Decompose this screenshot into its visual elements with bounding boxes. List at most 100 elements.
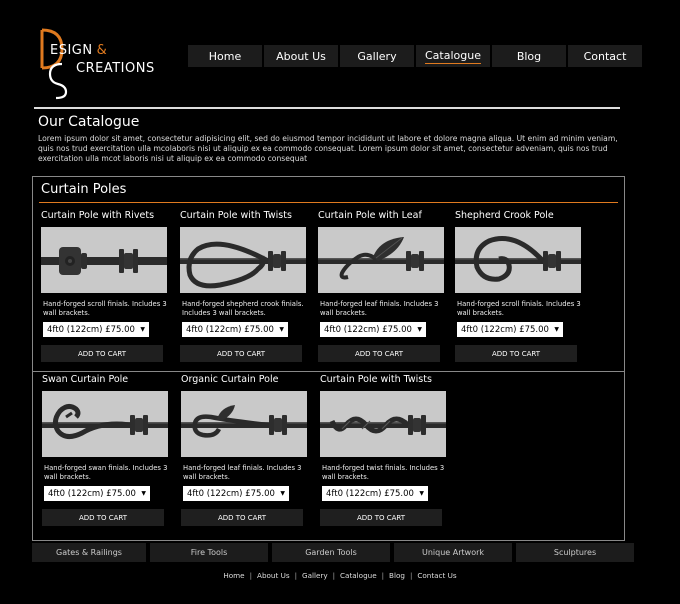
size-select-value: 4ft0 (122cm) £75.00 xyxy=(47,324,135,335)
size-select-value: 4ft0 (122cm) £75.00 xyxy=(324,324,412,335)
logo-text-creations: CREATIONS xyxy=(76,61,155,76)
main-nav: Home About Us Gallery Catalogue Blog Contact xyxy=(188,45,642,67)
product-card: Organic Curtain Pole Hand-forged leaf fi… xyxy=(181,374,313,526)
footer-separator: | xyxy=(381,571,385,580)
size-select-value: 4ft0 (122cm) £75.00 xyxy=(186,324,274,335)
add-to-cart-button[interactable]: ADD TO CART xyxy=(42,509,164,526)
product-description: Hand-forged shepherd crook finials. Incl… xyxy=(182,300,304,317)
header-divider xyxy=(34,107,620,109)
add-to-cart-button[interactable]: ADD TO CART xyxy=(320,509,442,526)
nav-label: About Us xyxy=(276,49,326,63)
footer-link-blog[interactable]: Blog xyxy=(389,571,405,580)
nav-gallery[interactable]: Gallery xyxy=(340,45,414,67)
chevron-down-icon: ▼ xyxy=(279,326,284,333)
product-panel: Curtain Poles Curtain Pole with Rivets H… xyxy=(32,176,625,541)
product-image[interactable] xyxy=(41,227,167,293)
product-name[interactable]: Curtain Pole with Twists xyxy=(320,374,452,385)
size-select[interactable]: 4ft0 (122cm) £75.00 ▼ xyxy=(43,322,149,337)
product-image[interactable] xyxy=(42,391,168,457)
product-name[interactable]: Shepherd Crook Pole xyxy=(455,210,587,221)
product-name[interactable]: Organic Curtain Pole xyxy=(181,374,313,385)
product-name[interactable]: Curtain Pole with Leaf xyxy=(318,210,450,221)
product-description: Hand-forged leaf finials. Includes 3 wal… xyxy=(183,464,302,481)
size-select-value: 4ft0 (122cm) £75.00 xyxy=(48,488,136,499)
footer-link-home[interactable]: Home xyxy=(223,571,244,580)
size-select[interactable]: 4ft0 (122cm) £75.00 ▼ xyxy=(320,322,426,337)
chevron-down-icon: ▼ xyxy=(140,326,145,333)
size-select[interactable]: 4ft0 (122cm) £75.00 ▼ xyxy=(183,486,289,501)
row-divider xyxy=(33,371,624,372)
nav-home[interactable]: Home xyxy=(188,45,262,67)
category-sculptures[interactable]: Sculptures xyxy=(516,543,634,562)
product-card: Curtain Pole with Twists Hand-forged she… xyxy=(180,210,312,362)
chevron-down-icon: ▼ xyxy=(419,490,424,497)
curtain-pole-icon xyxy=(41,247,167,275)
product-card: Curtain Pole with Twists Hand-forged twi… xyxy=(320,374,452,526)
page-title: Our Catalogue xyxy=(38,114,140,130)
footer-link-catalogue[interactable]: Catalogue xyxy=(340,571,377,580)
footer-link-contact-us[interactable]: Contact Us xyxy=(417,571,456,580)
size-select-value: 4ft0 (122cm) £75.00 xyxy=(461,324,549,335)
curtain-pole-icon xyxy=(181,405,307,438)
product-image[interactable] xyxy=(180,227,306,293)
size-select-value: 4ft0 (122cm) £75.00 xyxy=(187,488,275,499)
nav-label: Blog xyxy=(516,49,542,63)
product-description: Hand-forged twist finials. Includes 3 wa… xyxy=(322,464,445,481)
add-to-cart-button[interactable]: ADD TO CART xyxy=(41,345,163,362)
footer-links: Home | About Us | Gallery | Catalogue | Blog | Con… xyxy=(0,571,680,580)
nav-label: Home xyxy=(208,49,242,63)
footer-separator: | xyxy=(409,571,413,580)
category-garden-tools[interactable]: Garden Tools xyxy=(272,543,390,562)
category-unique-artwork[interactable]: Unique Artwork xyxy=(394,543,512,562)
chevron-down-icon: ▼ xyxy=(417,326,422,333)
chevron-down-icon: ▼ xyxy=(554,326,559,333)
nav-contact[interactable]: Contact xyxy=(568,45,642,67)
chevron-down-icon: ▼ xyxy=(141,490,146,497)
product-description: Hand-forged scroll finials. Includes 3 w… xyxy=(457,300,581,317)
size-select-value: 4ft0 (122cm) £75.00 xyxy=(326,488,414,499)
product-image[interactable] xyxy=(318,227,444,293)
site-logo[interactable]: ESIGN & CREATIONS xyxy=(36,28,166,100)
size-select[interactable]: 4ft0 (122cm) £75.00 ▼ xyxy=(44,486,150,501)
add-to-cart-button[interactable]: ADD TO CART xyxy=(455,345,577,362)
add-to-cart-button[interactable]: ADD TO CART xyxy=(181,509,303,526)
product-description: Hand-forged swan finials. Includes 3 wal… xyxy=(44,464,168,481)
add-to-cart-button[interactable]: ADD TO CART xyxy=(318,345,440,362)
product-image[interactable] xyxy=(320,391,446,457)
footer-separator: | xyxy=(249,571,253,580)
size-select[interactable]: 4ft0 (122cm) £75.00 ▼ xyxy=(457,322,563,337)
category-gates-and-railings[interactable]: Gates & Railings xyxy=(32,543,146,562)
product-description: Hand-forged leaf finials. Includes 3 wal… xyxy=(320,300,439,317)
section-title: Curtain Poles xyxy=(41,182,127,197)
product-image[interactable] xyxy=(455,227,581,293)
chevron-down-icon: ▼ xyxy=(280,490,285,497)
size-select[interactable]: 4ft0 (122cm) £75.00 ▼ xyxy=(182,322,288,337)
curtain-pole-icon xyxy=(320,415,446,435)
product-description: Hand-forged scroll finials. Includes 3 w… xyxy=(43,300,167,317)
section-title-underline xyxy=(39,202,618,203)
nav-label: Contact xyxy=(583,49,627,63)
product-card: Curtain Pole with Leaf Hand-forged leaf … xyxy=(318,210,450,362)
add-to-cart-button[interactable]: ADD TO CART xyxy=(180,345,302,362)
footer-link-about-us[interactable]: About Us xyxy=(257,571,290,580)
logo-text-design: ESIGN & xyxy=(50,43,108,58)
product-name[interactable]: Curtain Pole with Rivets xyxy=(41,210,173,221)
nav-label: Gallery xyxy=(357,49,397,63)
footer-link-gallery[interactable]: Gallery xyxy=(302,571,328,580)
product-card: Curtain Pole with Rivets Hand-forged scr… xyxy=(41,210,173,362)
nav-about-us[interactable]: About Us xyxy=(264,45,338,67)
ds-monogram-icon xyxy=(40,28,68,100)
product-card: Shepherd Crook Pole Hand-forged scroll f… xyxy=(455,210,587,362)
product-name[interactable]: Swan Curtain Pole xyxy=(42,374,174,385)
product-name[interactable]: Curtain Pole with Twists xyxy=(180,210,312,221)
curtain-pole-icon xyxy=(318,237,444,280)
curtain-pole-icon xyxy=(180,241,306,289)
category-fire-tools[interactable]: Fire Tools xyxy=(150,543,268,562)
intro-text: Lorem ipsum dolor sit amet, consectetur … xyxy=(38,134,618,163)
curtain-pole-icon xyxy=(42,403,168,439)
product-card: Swan Curtain Pole Hand-forged swan finia… xyxy=(42,374,174,526)
nav-blog[interactable]: Blog xyxy=(492,45,566,67)
size-select[interactable]: 4ft0 (122cm) £75.00 ▼ xyxy=(322,486,428,501)
nav-catalogue[interactable]: Catalogue xyxy=(416,45,490,67)
product-image[interactable] xyxy=(181,391,307,457)
